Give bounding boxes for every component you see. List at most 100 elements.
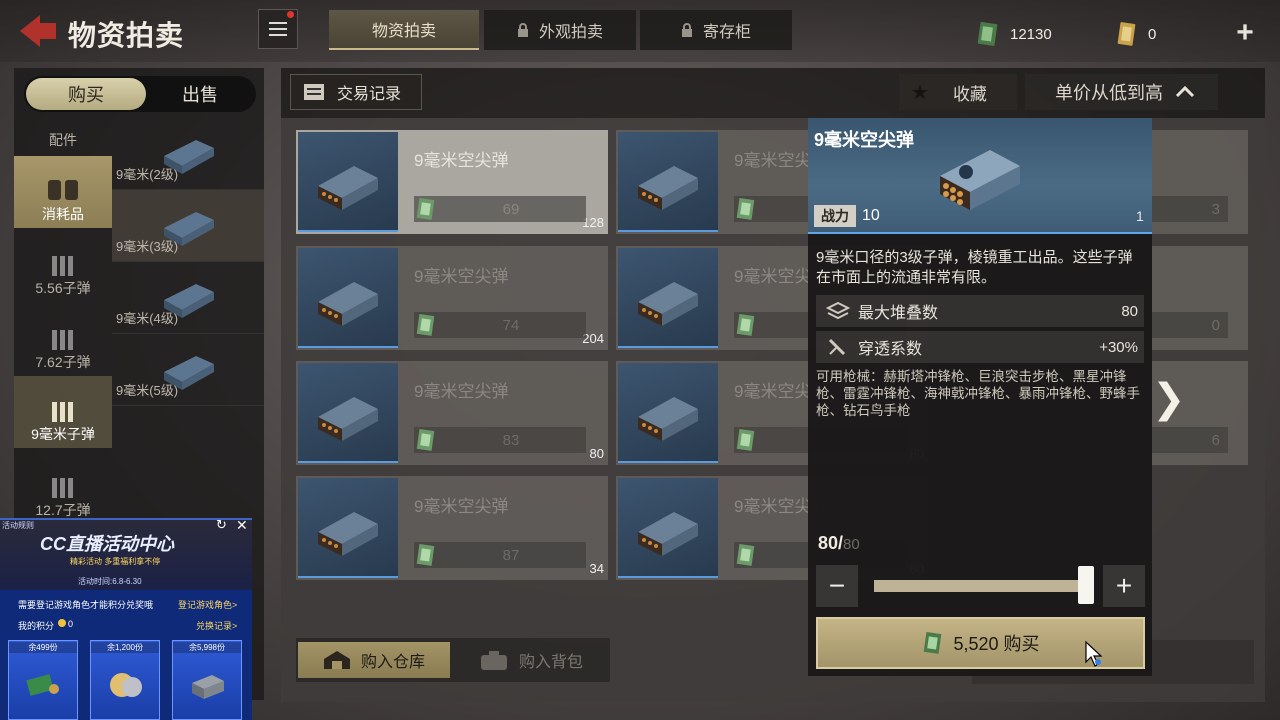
category-762-ammo[interactable]: 7.62子弹	[14, 304, 112, 376]
item-image	[298, 248, 398, 348]
category-accessories[interactable]: 配件	[14, 118, 112, 154]
redeem-record-link[interactable]: 兑换记录>	[196, 619, 237, 632]
cash-icon	[416, 313, 435, 336]
category-127-ammo[interactable]: 12.7子弹	[14, 452, 112, 524]
quantity-slider[interactable]	[874, 580, 1084, 592]
tab-item-auction[interactable]: 物资拍卖	[329, 10, 479, 50]
reward-box[interactable]: 余1,200份	[90, 640, 160, 720]
refresh-icon[interactable]: ↻	[216, 517, 227, 533]
sort-dropdown[interactable]: 单价从低到高	[1025, 74, 1218, 110]
listing-card-partial[interactable]: 0	[1152, 246, 1248, 350]
listing-card-partial[interactable]: 3	[1152, 130, 1248, 234]
tab-label: 外观拍卖	[538, 24, 603, 41]
item-image	[618, 132, 718, 232]
category-consumables[interactable]: 消耗品	[14, 156, 112, 228]
sell-tab[interactable]: 出售	[146, 78, 254, 110]
listing-card[interactable]: 80 9毫米空尖弹 83	[296, 361, 608, 465]
buy-to-warehouse-button[interactable]: 购入仓库	[298, 642, 450, 678]
buy-to-bag-button[interactable]: 购入背包	[456, 642, 606, 678]
cash-icon	[736, 543, 755, 566]
reward-remaining: 余1,200份	[91, 642, 159, 653]
buy-label: 5,520 购买	[953, 634, 1040, 654]
decrease-quantity-button[interactable]: −	[816, 565, 858, 607]
plus-icon: +	[1236, 16, 1254, 49]
layers-icon	[826, 301, 850, 320]
points-value: 0	[58, 619, 73, 629]
menu-button[interactable]	[258, 9, 298, 49]
lock-icon	[517, 23, 528, 37]
listing-card[interactable]: 128 9毫米空尖弹 69	[296, 130, 608, 234]
subcategory-item-selected[interactable]: 9毫米(3级)	[112, 190, 264, 262]
item-price: 83	[502, 431, 520, 449]
item-price: 69	[502, 200, 520, 218]
cash-icon	[736, 313, 755, 336]
item-name: 9毫米空尖弹	[414, 497, 509, 516]
category-9mm-ammo[interactable]: 9毫米子弹	[14, 376, 112, 448]
points-label: 我的积分	[18, 621, 55, 631]
compatible-guns: 可用枪械：赫斯塔冲锋枪、巨浪突击步枪、黑星冲锋枪、雷霆冲锋枪、海神戟冲锋枪、暴雨…	[816, 369, 1140, 418]
next-page-arrow-icon[interactable]: ❯	[1152, 376, 1186, 422]
favorites-button[interactable]: ★ 收藏	[899, 74, 1017, 110]
reward-box[interactable]: 余499份	[8, 640, 78, 720]
ammo-box-icon	[638, 397, 698, 441]
listing-card[interactable]: 34 9毫米空尖弹 87	[296, 476, 608, 580]
item-price: 6	[1152, 427, 1228, 453]
subcategory-label: 9毫米(3级)	[116, 239, 179, 254]
stat-row-max-stack: 最大堆叠数 80	[816, 295, 1144, 327]
cash-icon	[416, 543, 435, 566]
tab-appearance-auction[interactable]: 外观拍卖	[484, 10, 636, 50]
chevron-up-icon	[1175, 85, 1195, 98]
add-currency-button[interactable]: +	[1230, 16, 1260, 49]
category-label: 9毫米子弹	[31, 426, 95, 442]
listing-card[interactable]: 204 9毫米空尖弹 74	[296, 246, 608, 350]
stat-value: 80	[1121, 302, 1138, 320]
event-rules-link[interactable]: 活动规则	[2, 520, 34, 531]
subcategory-item[interactable]: 9毫米(4级)	[112, 262, 264, 334]
notification-dot	[287, 11, 294, 18]
item-image	[298, 363, 398, 463]
item-image	[298, 132, 398, 232]
item-count: 34	[589, 561, 604, 576]
back-arrow-icon[interactable]	[18, 14, 58, 48]
power-value: 10	[862, 207, 880, 224]
menu-icon	[269, 22, 287, 36]
item-detail-title: 9毫米空尖弹	[814, 130, 915, 150]
buy-tab[interactable]: 购买	[26, 78, 146, 110]
slider-handle[interactable]	[1078, 566, 1094, 604]
price-bar: 87	[414, 542, 586, 568]
increase-quantity-button[interactable]: +	[1103, 565, 1145, 607]
reward-box[interactable]: 余5,998份	[172, 640, 242, 720]
subcategory-item[interactable]: 9毫米(2级)	[112, 118, 264, 190]
price-bar: 69	[414, 196, 586, 222]
cash-icon	[736, 428, 755, 451]
trade-record-label: 交易记录	[337, 86, 402, 103]
item-name: 9毫米空尖弹	[414, 382, 509, 401]
ammo-box-icon	[638, 166, 698, 210]
bag-label: 购入背包	[518, 654, 583, 671]
close-icon[interactable]: ✕	[236, 517, 248, 534]
category-label: 7.62子弹	[35, 354, 91, 370]
register-role-link[interactable]: 登记游戏角色>	[178, 598, 237, 611]
price-bar: 83	[414, 427, 586, 453]
record-icon	[304, 84, 324, 100]
ammo-box-icon	[318, 512, 378, 556]
cash-icon	[736, 197, 755, 220]
tab-label: 物资拍卖	[371, 23, 436, 40]
star-icon: ★	[911, 81, 929, 104]
item-image	[298, 478, 398, 578]
item-name: 9毫米空尖弹	[414, 151, 509, 170]
coin-icon	[58, 619, 66, 627]
trade-record-button[interactable]: 交易记录	[290, 74, 422, 110]
category-556-ammo[interactable]: 5.56子弹	[14, 230, 112, 302]
coins-icon	[110, 673, 142, 697]
bullets-icon	[52, 402, 73, 422]
coupon-balance: 0	[1116, 20, 1156, 48]
category-label: 5.56子弹	[35, 280, 91, 296]
subcategory-item[interactable]: 9毫米(5级)	[112, 334, 264, 406]
tab-locker[interactable]: 寄存柜	[640, 10, 792, 50]
item-name: 9毫米空尖弹	[414, 267, 509, 286]
cash-icon	[416, 197, 435, 220]
buy-quantity: 80/	[818, 533, 844, 553]
box-icon	[192, 675, 224, 699]
sort-label: 单价从低到高	[1055, 83, 1163, 103]
